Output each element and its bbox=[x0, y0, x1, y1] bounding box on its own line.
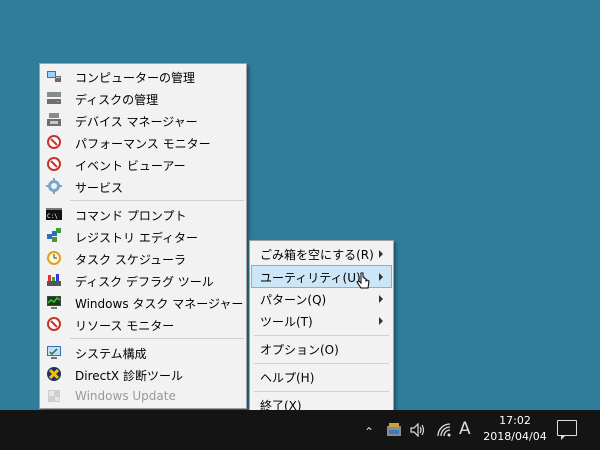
menu-item-computer-management[interactable]: コンピューターの管理 bbox=[42, 65, 244, 87]
menu-item-disk-management[interactable]: ディスクの管理 bbox=[42, 87, 244, 109]
clock-time: 17:02 bbox=[499, 414, 531, 427]
menu-item-directx-diagnostic[interactable]: DirectX 診断ツール bbox=[42, 363, 244, 385]
device-manager-icon bbox=[47, 113, 61, 126]
menu-item-label: パフォーマンス モニター bbox=[75, 137, 211, 151]
menu-item-label: ヘルプ(H) bbox=[260, 371, 315, 385]
menu-separator bbox=[254, 363, 389, 364]
menu-item-system-configuration[interactable]: システム構成 bbox=[42, 341, 244, 363]
menu-item-label: サービス bbox=[75, 181, 124, 195]
menu-item-task-manager[interactable]: Windows タスク マネージャー bbox=[42, 291, 244, 313]
clock[interactable]: 17:02 2018/04/04 bbox=[478, 414, 552, 446]
ime-indicator[interactable]: A bbox=[459, 421, 471, 438]
mouse-pointer-icon bbox=[356, 272, 370, 289]
menu-item-event-viewer[interactable]: イベント ビューアー bbox=[42, 153, 244, 175]
menu-item-label: レジストリ エディター bbox=[75, 231, 198, 245]
event-viewer-icon bbox=[47, 157, 61, 171]
menu-item-utility[interactable]: ユーティリティ(U) bbox=[251, 265, 392, 288]
menu-item-registry-editor[interactable]: レジストリ エディター bbox=[42, 225, 244, 247]
menu-item-label: タスク スケジューラ bbox=[75, 253, 186, 267]
menu-item-label: リソース モニター bbox=[75, 319, 175, 333]
menu-item-label: ディスクの管理 bbox=[75, 93, 159, 107]
clock-date: 2018/04/04 bbox=[483, 430, 547, 443]
menu-item-performance-monitor[interactable]: パフォーマンス モニター bbox=[42, 131, 244, 153]
resource-monitor-icon bbox=[47, 317, 61, 331]
menu-separator bbox=[254, 391, 389, 392]
directx-icon bbox=[47, 367, 61, 381]
menu-separator bbox=[254, 335, 389, 336]
task-manager-icon bbox=[47, 296, 61, 309]
defrag-icon bbox=[47, 274, 61, 286]
menu-item-label: コマンド プロンプト bbox=[75, 209, 187, 223]
menu-item-label: システム構成 bbox=[75, 347, 147, 361]
svg-text:C:\: C:\ bbox=[47, 213, 58, 220]
menu-separator bbox=[70, 338, 244, 339]
submenu-arrow-icon bbox=[379, 317, 383, 325]
menu-item-services[interactable]: サービス bbox=[42, 175, 244, 197]
context-menu: ごみ箱を空にする(R) ユーティリティ(U) パターン(Q) ツール(T) オプ… bbox=[249, 240, 394, 418]
disk-management-icon bbox=[47, 92, 61, 104]
menu-item-options[interactable]: オプション(O) bbox=[252, 338, 391, 359]
network-icon[interactable] bbox=[436, 422, 452, 438]
menu-item-empty-recycle-bin[interactable]: ごみ箱を空にする(R) bbox=[252, 243, 391, 264]
show-hidden-icons-chevron-icon[interactable]: ⌃ bbox=[364, 424, 374, 440]
menu-item-label: Windows Update bbox=[75, 389, 176, 403]
menu-item-disk-defrag[interactable]: ディスク デフラグ ツール bbox=[42, 269, 244, 291]
submenu-arrow-icon bbox=[379, 250, 383, 258]
menu-item-label: オプション(O) bbox=[260, 343, 339, 357]
tray-app-icon[interactable] bbox=[386, 422, 404, 438]
submenu-arrow-icon bbox=[379, 295, 383, 303]
menu-item-label: ごみ箱を空にする(R) bbox=[260, 248, 374, 262]
computer-management-icon bbox=[47, 71, 61, 82]
menu-separator bbox=[70, 200, 244, 201]
menu-item-resource-monitor[interactable]: リソース モニター bbox=[42, 313, 244, 335]
menu-item-label: パターン(Q) bbox=[260, 293, 327, 307]
menu-item-label: イベント ビューアー bbox=[75, 159, 186, 173]
menu-item-device-manager[interactable]: デバイス マネージャー bbox=[42, 109, 244, 131]
menu-item-label: デバイス マネージャー bbox=[75, 115, 198, 129]
menu-item-help[interactable]: ヘルプ(H) bbox=[252, 366, 391, 387]
menu-item-tools[interactable]: ツール(T) bbox=[252, 310, 391, 331]
menu-item-windows-update[interactable]: Windows Update bbox=[42, 385, 244, 407]
services-icon bbox=[46, 178, 62, 194]
registry-editor-icon bbox=[47, 228, 61, 242]
menu-item-task-scheduler[interactable]: タスク スケジューラ bbox=[42, 247, 244, 269]
menu-item-command-prompt[interactable]: C:\ コマンド プロンプト bbox=[42, 203, 244, 225]
menu-item-label: コンピューターの管理 bbox=[75, 71, 196, 85]
command-prompt-icon: C:\ bbox=[46, 208, 62, 220]
action-center-icon[interactable] bbox=[557, 420, 577, 440]
submenu-arrow-icon bbox=[379, 273, 383, 281]
windows-update-icon bbox=[48, 390, 60, 402]
menu-item-label: ユーティリティ(U) bbox=[260, 271, 361, 285]
menu-item-label: DirectX 診断ツール bbox=[75, 369, 183, 383]
volume-icon[interactable] bbox=[410, 423, 426, 437]
task-scheduler-icon bbox=[47, 251, 61, 265]
menu-item-label: Windows タスク マネージャー bbox=[75, 297, 244, 311]
tools-submenu: コンピューターの管理 ディスクの管理 デバイス マネージャー パフォーマンス モ… bbox=[39, 63, 247, 409]
menu-item-pattern[interactable]: パターン(Q) bbox=[252, 288, 391, 309]
performance-monitor-icon bbox=[47, 135, 61, 149]
menu-item-label: ツール(T) bbox=[260, 315, 313, 329]
system-configuration-icon bbox=[47, 346, 61, 359]
menu-item-label: ディスク デフラグ ツール bbox=[75, 275, 214, 289]
